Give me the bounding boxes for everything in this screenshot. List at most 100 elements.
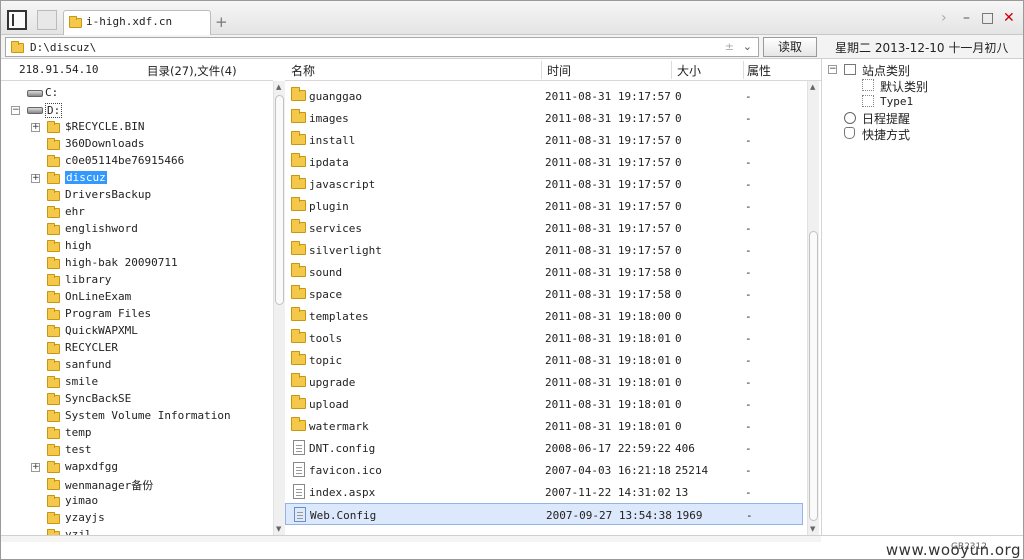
- folder-icon: [47, 206, 60, 218]
- tree-node[interactable]: yimao: [1, 493, 271, 509]
- maximize-icon[interactable]: □: [981, 10, 994, 26]
- tree-node[interactable]: library: [1, 272, 271, 288]
- folder-icon: [47, 461, 60, 473]
- chevron-down-icon[interactable]: ⌄: [743, 40, 752, 53]
- tree-node[interactable]: wenmanager备份: [1, 476, 271, 492]
- tree-scroll-thumb[interactable]: [275, 95, 284, 305]
- list-scroll-thumb[interactable]: [809, 231, 818, 521]
- tree-node[interactable]: smile: [1, 374, 271, 390]
- tree-node[interactable]: high-bak 20090711: [1, 255, 271, 271]
- folder-row[interactable]: tools 2011-08-31 19:18:01 0 -: [285, 327, 803, 349]
- file-time: 2007-09-27 13:54:38: [546, 509, 672, 522]
- folder-row[interactable]: topic 2011-08-31 19:18:01 0 -: [285, 349, 803, 371]
- default-category-label[interactable]: 默认类别: [880, 78, 928, 95]
- tree-node[interactable]: SyncBackSE: [1, 391, 271, 407]
- tree-node[interactable]: yzjl: [1, 527, 271, 535]
- file-row[interactable]: index.aspx 2007-11-22 14:31:02 13 -: [285, 481, 803, 503]
- minimize-icon[interactable]: –: [963, 10, 970, 26]
- read-button[interactable]: 读取: [763, 37, 817, 57]
- tree-node[interactable]: temp: [1, 425, 271, 441]
- folder-icon: [11, 41, 24, 53]
- file-attr: -: [745, 178, 752, 191]
- tree-node[interactable]: DriversBackup: [1, 187, 271, 203]
- tree-node[interactable]: OnLineExam: [1, 289, 271, 305]
- tree-scrollbar[interactable]: ▲ ▼: [273, 81, 285, 535]
- folder-row[interactable]: space 2011-08-31 19:17:58 0 -: [285, 283, 803, 305]
- tree-node[interactable]: test: [1, 442, 271, 458]
- list-scrollbar[interactable]: ▲ ▼: [807, 81, 819, 535]
- folder-row[interactable]: guanggao 2011-08-31 19:17:57 0 -: [285, 85, 803, 107]
- tree-node[interactable]: − D:: [1, 102, 271, 118]
- folder-icon: [47, 495, 60, 507]
- file-row[interactable]: Web.Config 2007-09-27 13:54:38 1969 -: [285, 503, 803, 525]
- folder-row[interactable]: upload 2011-08-31 19:18:01 0 -: [285, 393, 803, 415]
- folder-row[interactable]: upgrade 2011-08-31 19:18:01 0 -: [285, 371, 803, 393]
- tree-node[interactable]: 360Downloads: [1, 136, 271, 152]
- type1-label[interactable]: Type1: [880, 95, 913, 108]
- tree-node[interactable]: sanfund: [1, 357, 271, 373]
- file-attr: -: [745, 266, 752, 279]
- folder-row[interactable]: silverlight 2011-08-31 19:17:57 0 -: [285, 239, 803, 261]
- scroll-up-icon[interactable]: ▲: [810, 83, 815, 91]
- tree-node[interactable]: englishword: [1, 221, 271, 237]
- expand-icon[interactable]: +: [31, 174, 40, 183]
- tab-i-high[interactable]: i-high.xdf.cn: [63, 10, 211, 36]
- config-file-icon: [294, 507, 306, 522]
- tree-node[interactable]: + discuz: [1, 170, 271, 186]
- path-input[interactable]: D:\discuz\ ± ⌄: [5, 37, 759, 57]
- tree-node[interactable]: System Volume Information: [1, 408, 271, 424]
- folder-row[interactable]: javascript 2011-08-31 19:17:57 0 -: [285, 173, 803, 195]
- bookmark-icon[interactable]: [37, 10, 57, 30]
- tree-node[interactable]: + wapxdfgg: [1, 459, 271, 475]
- scroll-up-icon[interactable]: ▲: [276, 83, 281, 91]
- close-icon[interactable]: ✕: [1003, 10, 1015, 26]
- horizontal-scrollbar[interactable]: [1, 536, 821, 542]
- new-tab-icon[interactable]: +: [215, 13, 228, 31]
- collapse-icon[interactable]: −: [828, 65, 837, 74]
- column-size[interactable]: 大小: [677, 62, 701, 79]
- folder-row[interactable]: ipdata 2011-08-31 19:17:57 0 -: [285, 151, 803, 173]
- folder-row[interactable]: watermark 2011-08-31 19:18:01 0 -: [285, 415, 803, 437]
- tree-node[interactable]: C:: [1, 85, 271, 101]
- expand-icon[interactable]: +: [31, 463, 40, 472]
- tree-node[interactable]: ehr: [1, 204, 271, 220]
- scroll-down-icon[interactable]: ▼: [276, 525, 281, 533]
- tree-node-label: wenmanager备份: [65, 479, 154, 492]
- column-time[interactable]: 时间: [547, 62, 571, 79]
- pin-icon[interactable]: ±: [725, 40, 734, 53]
- file-attr: -: [745, 156, 752, 169]
- folder-row[interactable]: services 2011-08-31 19:17:57 0 -: [285, 217, 803, 239]
- tree-node[interactable]: + $RECYCLE.BIN: [1, 119, 271, 135]
- folder-icon: [47, 427, 60, 439]
- file-size: 0: [675, 288, 682, 301]
- collapse-icon[interactable]: −: [11, 106, 20, 115]
- file-row[interactable]: favicon.ico 2007-04-03 16:21:18 25214 -: [285, 459, 803, 481]
- folder-row[interactable]: templates 2011-08-31 19:18:00 0 -: [285, 305, 803, 327]
- expand-icon[interactable]: +: [31, 123, 40, 132]
- folder-row[interactable]: images 2011-08-31 19:17:57 0 -: [285, 107, 803, 129]
- column-name[interactable]: 名称: [291, 62, 315, 79]
- site-category-label[interactable]: 站点类别: [862, 62, 910, 79]
- file-time: 2011-08-31 19:17:58: [545, 288, 671, 301]
- file-time: 2007-04-03 16:21:18: [545, 464, 671, 477]
- tree-node[interactable]: yzayjs: [1, 510, 271, 526]
- tree-node[interactable]: c0e05114be76915466: [1, 153, 271, 169]
- tree-node[interactable]: Program Files: [1, 306, 271, 322]
- folder-row[interactable]: plugin 2011-08-31 19:17:57 0 -: [285, 195, 803, 217]
- shortcuts-label[interactable]: 快捷方式: [862, 126, 910, 143]
- folder-icon: [291, 153, 306, 167]
- tree-node[interactable]: QuickWAPXML: [1, 323, 271, 339]
- file-row[interactable]: DNT.config 2008-06-17 22:59:22 406 -: [285, 437, 803, 459]
- tree-node[interactable]: RECYCLER: [1, 340, 271, 356]
- file-attr: -: [745, 288, 752, 301]
- panel-toggle-icon[interactable]: [7, 10, 27, 30]
- folder-row[interactable]: install 2011-08-31 19:17:57 0 -: [285, 129, 803, 151]
- schedule-label[interactable]: 日程提醒: [862, 110, 910, 127]
- file-attr: -: [745, 486, 752, 499]
- tree-node-label: yimao: [65, 494, 99, 507]
- forward-icon[interactable]: ›: [941, 10, 947, 26]
- tree-node[interactable]: high: [1, 238, 271, 254]
- scroll-down-icon[interactable]: ▼: [810, 525, 815, 533]
- column-attr[interactable]: 属性: [747, 62, 771, 79]
- folder-row[interactable]: sound 2011-08-31 19:17:58 0 -: [285, 261, 803, 283]
